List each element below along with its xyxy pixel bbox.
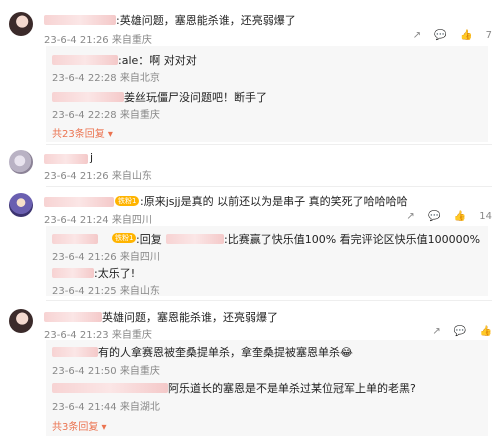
reply-text-cont: :比赛赢了快乐值100% 看完评论区快乐值100000% bbox=[224, 233, 481, 246]
comment-actions: ↗ 💬 👍 bbox=[422, 326, 492, 337]
reply-time: 23-6-4 22:28 bbox=[52, 110, 117, 121]
reply-text: :回复 bbox=[136, 233, 162, 246]
username-blurred[interactable] bbox=[44, 154, 88, 164]
comment-location: 来自山东 bbox=[111, 171, 152, 182]
comment-text: :原来jsjj是真的 以前还以为是串子 真的笑死了哈哈哈哈 bbox=[140, 195, 408, 208]
reply-username-blurred[interactable] bbox=[52, 92, 124, 102]
reply-time: 23-6-4 21:25 bbox=[52, 286, 117, 297]
more-replies-link[interactable]: 共3条回复 ▾ bbox=[52, 418, 107, 433]
share-icon[interactable]: ↗ bbox=[432, 326, 440, 337]
avatar[interactable] bbox=[9, 150, 33, 174]
username-blurred[interactable] bbox=[44, 197, 114, 207]
reply-location: 来自重庆 bbox=[119, 366, 160, 377]
like-button[interactable]: 👍 7 bbox=[460, 30, 492, 41]
reply-location: 来自湖北 bbox=[119, 402, 160, 413]
comment-actions: ↗ 💬 👍 7 bbox=[403, 30, 492, 41]
divider bbox=[46, 186, 492, 187]
reply-meta: 23-6-4 21:44 来自湖北 bbox=[52, 398, 160, 413]
reply-username-blurred[interactable] bbox=[52, 234, 98, 244]
reply-meta: 23-6-4 21:26 来自四川 bbox=[52, 248, 160, 263]
reply-username-blurred[interactable] bbox=[52, 268, 94, 278]
like-button[interactable]: 👍 bbox=[480, 326, 492, 337]
like-count: 14 bbox=[479, 211, 492, 222]
like-count: 7 bbox=[485, 30, 492, 41]
comment-meta: 23-6-4 21:23 来自重庆 bbox=[44, 326, 152, 341]
reply-username-blurred[interactable] bbox=[52, 347, 98, 357]
username-blurred[interactable] bbox=[44, 15, 116, 25]
reply-location: 来自重庆 bbox=[119, 110, 160, 121]
comment-meta: 23-6-4 21:26 来自重庆 bbox=[44, 31, 152, 46]
comment-time: 23-6-4 21:24 bbox=[44, 215, 109, 226]
reply-time: 23-6-4 21:44 bbox=[52, 402, 117, 413]
reply-meta: 23-6-4 22:28 来自重庆 bbox=[52, 106, 160, 121]
reply-meta: 23-6-4 21:50 来自重庆 bbox=[52, 362, 160, 377]
reply-text: 阿乐道长的塞恩是不是单杀过某位冠军上单的老黑? bbox=[168, 382, 416, 395]
share-icon[interactable]: ↗ bbox=[413, 30, 421, 41]
more-replies-label: 共23条回复 bbox=[52, 129, 105, 140]
fan-badge: 铁粉1 bbox=[112, 233, 137, 243]
reply-location: 来自北京 bbox=[119, 73, 160, 84]
reply-location: 来自山东 bbox=[119, 286, 160, 297]
reply-meta: 23-6-4 22:28 来自北京 bbox=[52, 69, 160, 84]
reply-time: 23-6-4 22:28 bbox=[52, 73, 117, 84]
reply-text: 姜丝玩僵尸没问题吧！断手了 bbox=[124, 91, 267, 104]
reply-username-blurred[interactable] bbox=[52, 383, 168, 393]
avatar[interactable] bbox=[9, 309, 33, 333]
divider bbox=[46, 300, 492, 301]
more-replies-link[interactable]: 共23条回复 ▾ bbox=[52, 125, 113, 140]
username-blurred[interactable] bbox=[44, 312, 102, 322]
comment-text: 英雄问题，塞恩能杀谁，还亮弱爆了 bbox=[102, 311, 278, 324]
comment-location: 来自四川 bbox=[111, 215, 152, 226]
reply-time: 23-6-4 21:26 bbox=[52, 252, 117, 263]
more-replies-label: 共3条回复 bbox=[52, 422, 99, 433]
comment-icon[interactable]: 💬 bbox=[428, 211, 440, 222]
reply-meta: 23-6-4 21:25 来自山东 bbox=[52, 282, 160, 297]
share-icon[interactable]: ↗ bbox=[406, 211, 414, 222]
reply-time: 23-6-4 21:50 bbox=[52, 366, 117, 377]
comment-location: 来自重庆 bbox=[111, 35, 152, 46]
comment-text: :英雄问题，塞恩能杀谁，还亮弱爆了 bbox=[116, 14, 296, 27]
reply-text: :ale：啊 对对对 bbox=[118, 54, 197, 67]
mention-blurred[interactable] bbox=[166, 234, 224, 244]
reply-text: 有的人拿赛恩被奎桑提单杀，拿奎桑提被塞恩单杀😂 bbox=[98, 346, 353, 359]
comment-meta: 23-6-4 21:26 来自山东 bbox=[44, 167, 152, 182]
comment-text: j bbox=[90, 151, 94, 164]
comment-icon[interactable]: 💬 bbox=[454, 326, 466, 337]
comment-time: 23-6-4 21:26 bbox=[44, 171, 109, 182]
like-button[interactable]: 👍 14 bbox=[454, 211, 492, 222]
comment-icon[interactable]: 💬 bbox=[434, 30, 446, 41]
comment-time: 23-6-4 21:26 bbox=[44, 35, 109, 46]
reply-text: :太乐了! bbox=[94, 267, 136, 280]
reply-location: 来自四川 bbox=[119, 252, 160, 263]
comment-meta: 23-6-4 21:24 来自四川 bbox=[44, 211, 152, 226]
divider bbox=[46, 144, 492, 145]
fan-badge: 铁粉1 bbox=[115, 196, 140, 206]
comment-actions: ↗ 💬 👍 14 bbox=[396, 211, 492, 222]
avatar[interactable] bbox=[9, 12, 33, 36]
avatar[interactable] bbox=[9, 193, 33, 217]
reply-username-blurred[interactable] bbox=[52, 55, 118, 65]
